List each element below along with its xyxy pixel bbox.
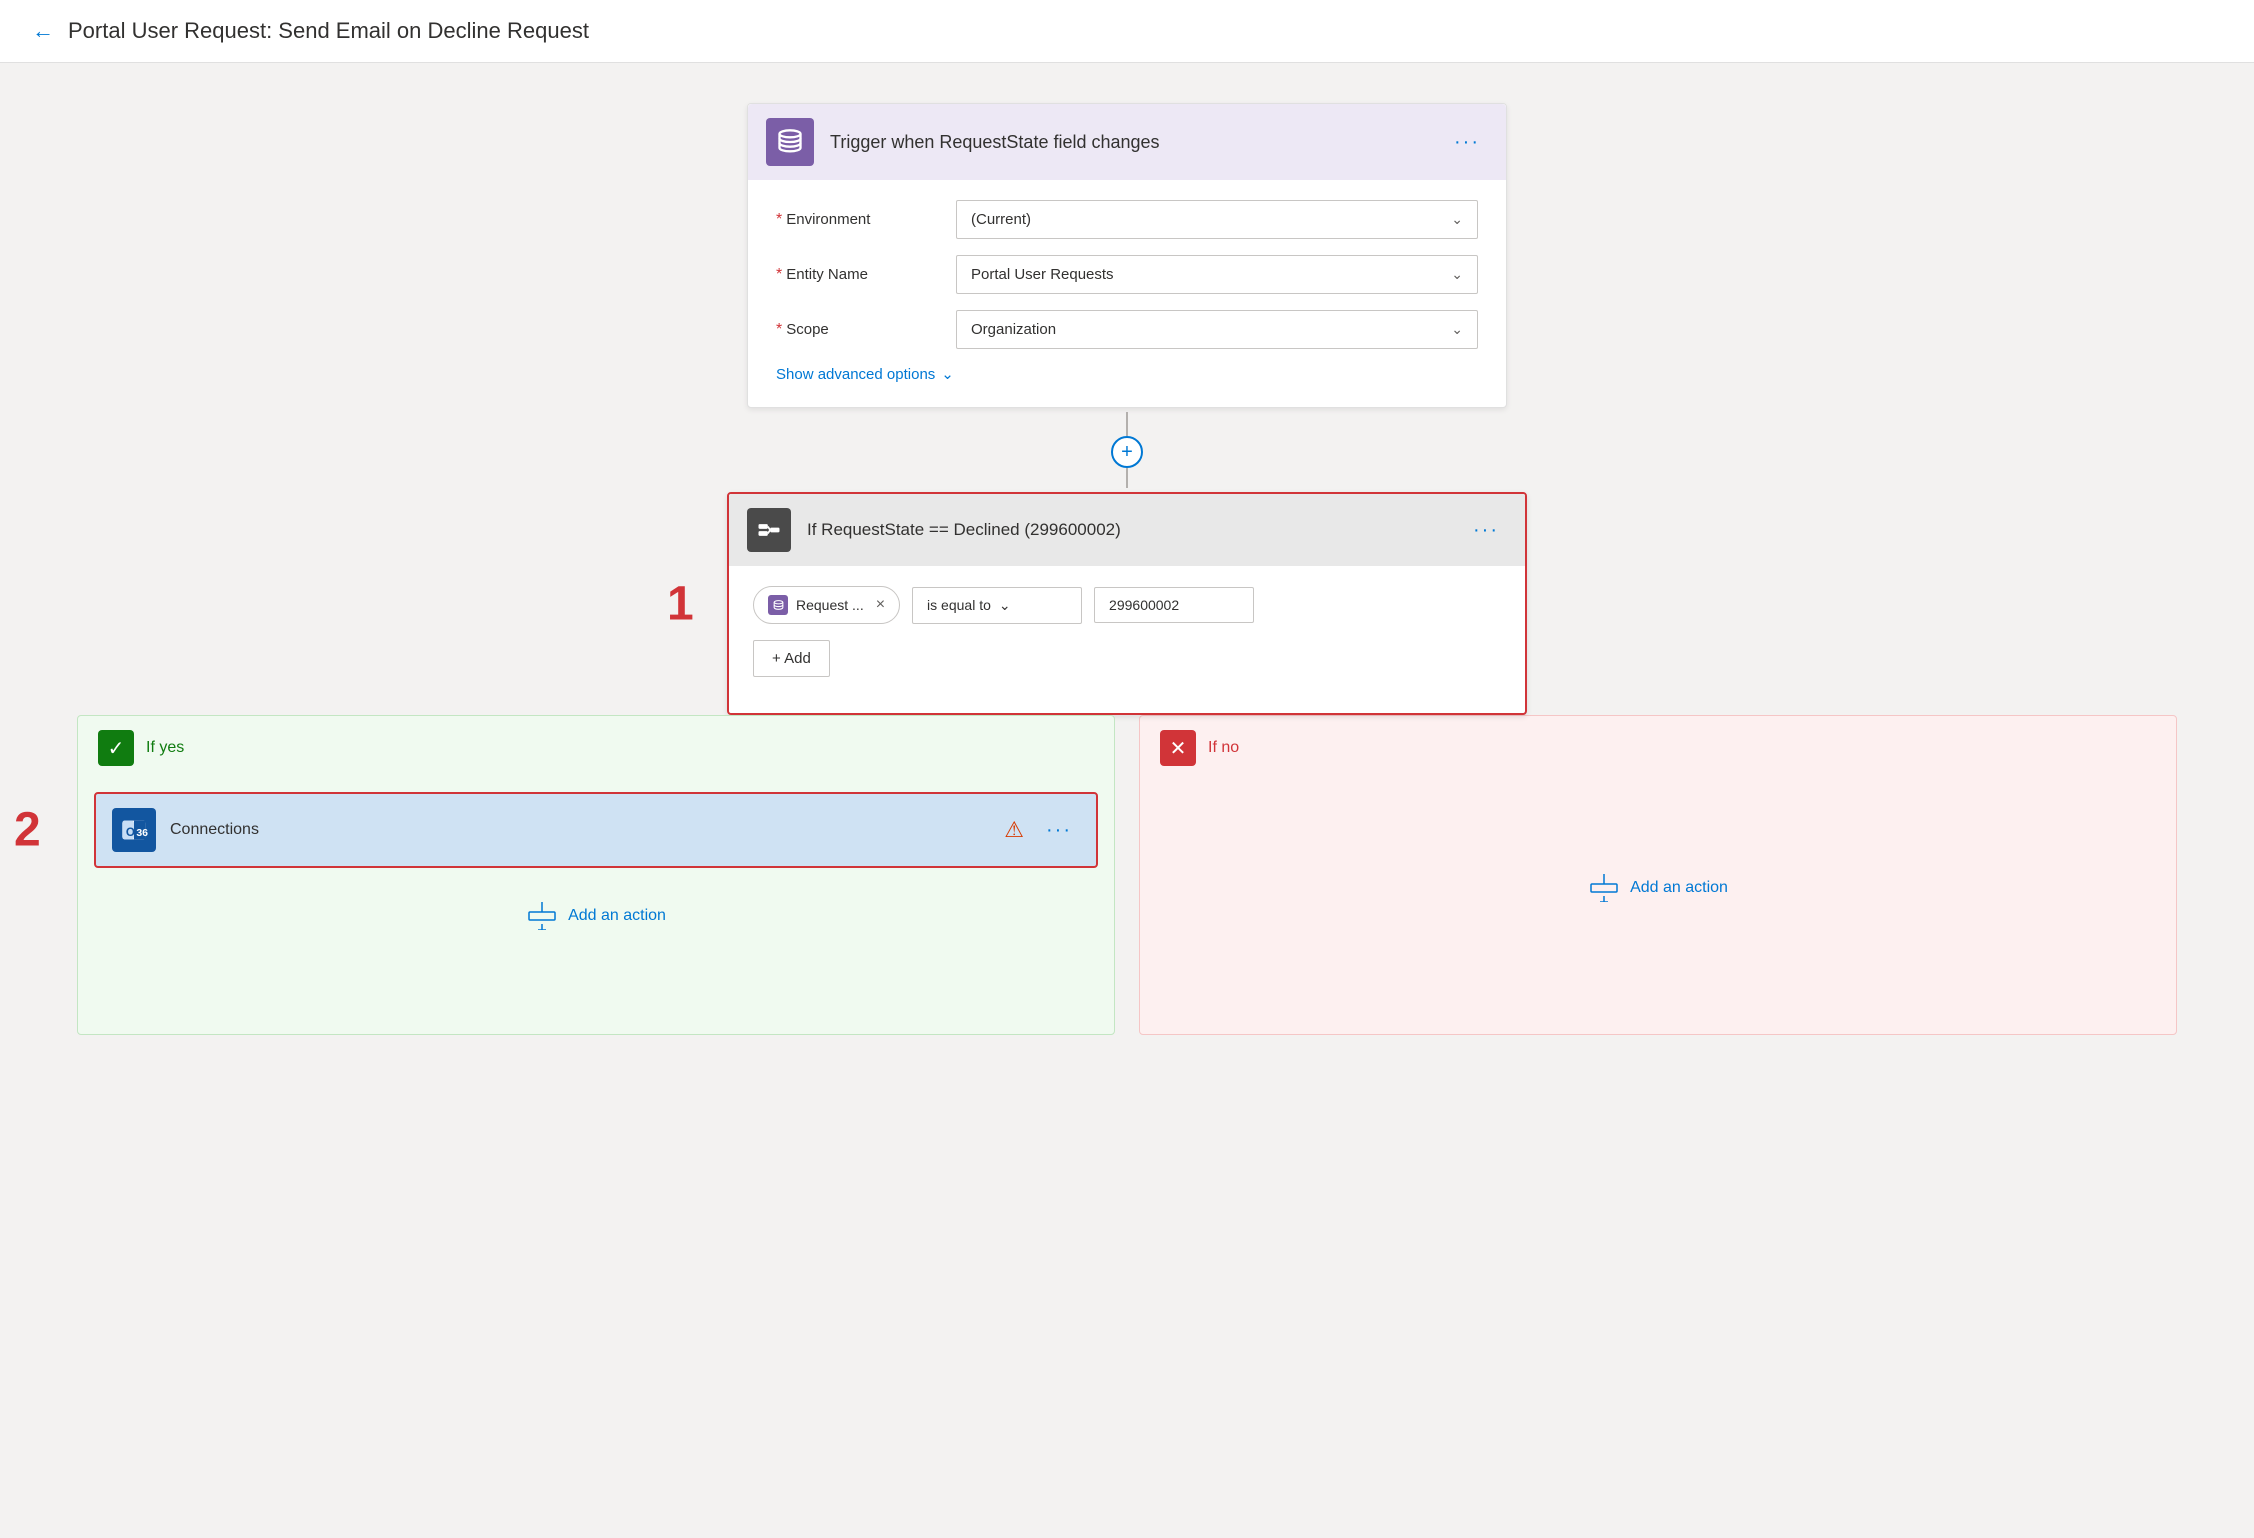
chevron-down-icon-4: ⌄ xyxy=(941,365,954,383)
add-action-svg-icon-no xyxy=(1590,874,1618,902)
add-action-svg-icon xyxy=(528,902,556,930)
condition-icon-box xyxy=(747,508,791,552)
step-number-1: 1 xyxy=(667,576,694,631)
token-icon xyxy=(768,595,788,615)
add-action-icon xyxy=(526,900,558,932)
action-more-button[interactable]: ··· xyxy=(1038,815,1080,846)
token-db-icon xyxy=(772,599,785,612)
add-action-button-yes[interactable]: Add an action xyxy=(94,884,1098,940)
operator-select[interactable]: is equal to ⌄ xyxy=(912,587,1082,624)
connector-line-top xyxy=(1126,412,1128,436)
svg-text:O: O xyxy=(126,826,135,839)
page-title: Portal User Request: Send Email on Decli… xyxy=(68,18,589,44)
branch-yes-header: ✓ If yes xyxy=(78,716,1114,780)
branch-no-header: ✕ If no xyxy=(1140,716,2176,780)
connector-line-bottom xyxy=(1126,468,1128,488)
required-star-2: * xyxy=(776,266,782,284)
branch-yes: ✓ If yes 2 O 365 xyxy=(77,715,1115,1035)
chevron-down-icon: ⌄ xyxy=(1451,211,1463,228)
add-action-label-yes: Add an action xyxy=(568,907,666,925)
trigger-icon-box xyxy=(766,118,814,166)
action-wrapper: 2 O 365 Connections ⚠ xyxy=(94,792,1098,868)
condition-icon xyxy=(755,516,783,544)
branch-no: ✕ If no Add an action xyxy=(1139,715,2177,1035)
chevron-down-icon-3: ⌄ xyxy=(1451,321,1463,338)
trigger-header: Trigger when RequestState field changes … xyxy=(748,104,1506,180)
entity-name-select[interactable]: Portal User Requests ⌄ xyxy=(956,255,1478,294)
chevron-down-icon-5: ⌄ xyxy=(999,597,1011,614)
token-box[interactable]: Request ... × xyxy=(753,586,900,624)
add-action-button-no[interactable]: Add an action xyxy=(1156,792,2160,912)
add-step-button[interactable]: + xyxy=(1111,436,1143,468)
entity-name-label: * Entity Name xyxy=(776,266,956,284)
action-icon-box: O 365 xyxy=(112,808,156,852)
condition-header: If RequestState == Declined (299600002) … xyxy=(729,494,1525,566)
trigger-more-button[interactable]: ··· xyxy=(1446,127,1488,158)
show-advanced-button[interactable]: Show advanced options ⌄ xyxy=(776,365,1478,383)
svg-text:365: 365 xyxy=(136,827,148,839)
step-number-2: 2 xyxy=(14,803,41,858)
condition-body: Request ... × is equal to ⌄ 299600002 + … xyxy=(729,566,1525,713)
trigger-card: Trigger when RequestState field changes … xyxy=(747,103,1507,408)
condition-wrapper: 1 If RequestState == Declined (299600002… xyxy=(727,492,1527,715)
scope-label: * Scope xyxy=(776,321,956,339)
top-bar: ← Portal User Request: Send Email on Dec… xyxy=(0,0,2254,63)
condition-title: If RequestState == Declined (299600002) xyxy=(807,520,1449,540)
branch-yes-label: If yes xyxy=(146,739,184,757)
environment-row: * Environment (Current) ⌄ xyxy=(776,200,1478,239)
branch-no-body: Add an action xyxy=(1140,780,2176,936)
add-condition-button[interactable]: + Add xyxy=(753,640,830,677)
back-button[interactable]: ← xyxy=(32,18,54,44)
add-condition-row: + Add xyxy=(753,640,1501,677)
token-label: Request ... xyxy=(796,597,864,613)
token-close-button[interactable]: × xyxy=(876,596,885,614)
environment-label: * Environment xyxy=(776,211,956,229)
connections-action-card: O 365 Connections ⚠ ··· xyxy=(94,792,1098,868)
warning-icon: ⚠ xyxy=(1004,817,1024,843)
chevron-down-icon-2: ⌄ xyxy=(1451,266,1463,283)
condition-row: Request ... × is equal to ⌄ 299600002 xyxy=(753,586,1501,624)
branches-container: ✓ If yes 2 O 365 xyxy=(77,715,2177,1035)
trigger-title: Trigger when RequestState field changes xyxy=(830,132,1430,153)
required-star: * xyxy=(776,211,782,229)
branch-no-label: If no xyxy=(1208,739,1239,757)
trigger-body: * Environment (Current) ⌄ * Entity Name … xyxy=(748,180,1506,407)
connector: + xyxy=(1111,412,1143,488)
checkmark-icon: ✓ xyxy=(98,730,134,766)
add-action-label-no: Add an action xyxy=(1630,879,1728,897)
condition-more-button[interactable]: ··· xyxy=(1465,515,1507,546)
action-title: Connections xyxy=(170,821,990,839)
condition-value-input[interactable]: 299600002 xyxy=(1094,587,1254,623)
add-action-icon-no xyxy=(1588,872,1620,904)
branch-yes-body: 2 O 365 Connections ⚠ xyxy=(78,780,1114,964)
scope-select[interactable]: Organization ⌄ xyxy=(956,310,1478,349)
environment-select[interactable]: (Current) ⌄ xyxy=(956,200,1478,239)
canvas: Trigger when RequestState field changes … xyxy=(0,63,2254,1463)
outlook-icon: O 365 xyxy=(120,816,148,844)
required-star-3: * xyxy=(776,321,782,339)
condition-card: If RequestState == Declined (299600002) … xyxy=(727,492,1527,715)
scope-row: * Scope Organization ⌄ xyxy=(776,310,1478,349)
x-icon: ✕ xyxy=(1160,730,1196,766)
entity-name-row: * Entity Name Portal User Requests ⌄ xyxy=(776,255,1478,294)
database-icon xyxy=(776,128,804,156)
